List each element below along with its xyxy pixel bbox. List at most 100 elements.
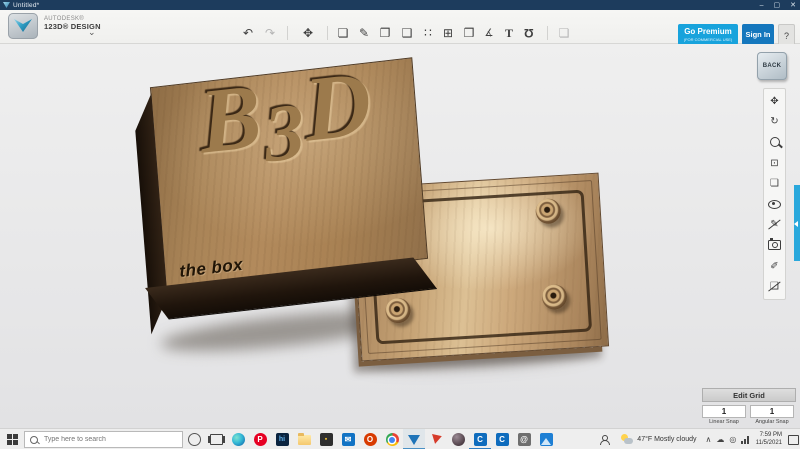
pan-icon[interactable]: ✥ — [767, 94, 782, 109]
redo-button[interactable]: ↷ — [260, 23, 280, 43]
c-app-icon: C — [473, 433, 487, 446]
material-tool-icon[interactable]: ❏ — [554, 23, 574, 43]
windows-logo-icon — [6, 434, 18, 445]
photos-icon — [539, 433, 553, 446]
app-window: Untitled* – ▢ ✕ AUTODESK® 123D® DESIGN ⌄… — [0, 0, 800, 449]
search-icon — [30, 435, 38, 444]
measure-tool-icon[interactable]: ∡ — [479, 23, 499, 43]
search-input[interactable] — [42, 435, 166, 444]
screenshot-camera-icon[interactable] — [767, 238, 782, 253]
edit-grid-button[interactable]: Edit Grid — [702, 388, 796, 402]
task-view-button[interactable] — [205, 429, 227, 449]
sphere-app-icon — [451, 433, 465, 446]
pinterest-icon: P — [253, 433, 267, 446]
hide-solids-icon[interactable]: ❏ — [767, 279, 782, 294]
taskbar-app-c2[interactable]: C — [491, 429, 513, 449]
hide-sketches-icon[interactable]: ✎ — [767, 217, 782, 232]
linear-snap-label: Linear Snap — [709, 419, 739, 425]
cortana-icon — [187, 433, 201, 446]
minimize-button[interactable]: – — [760, 2, 764, 9]
clock-time: 7:59 PM — [759, 431, 782, 438]
weather-widget[interactable]: 47°F Mostly cloudy — [615, 429, 702, 449]
taskbar-app-123d-design[interactable] — [403, 429, 425, 449]
taskbar-app-at[interactable]: @ — [513, 429, 535, 449]
taskbar-app-photos[interactable] — [535, 429, 557, 449]
chrome-icon — [385, 433, 399, 446]
sketch-tool-icon[interactable]: ✎ — [354, 23, 374, 43]
toolbar-divider — [287, 26, 288, 40]
briefcase-icon: ▪ — [319, 433, 333, 446]
sign-in-button[interactable]: Sign In — [742, 24, 774, 45]
collapsed-panel-tab[interactable] — [794, 185, 800, 261]
weather-text: 47°F Mostly cloudy — [637, 436, 697, 443]
transform-tool-icon[interactable]: ✥ — [298, 23, 318, 43]
material-icon[interactable]: ❏ — [767, 176, 782, 191]
modify-tool-icon[interactable]: ❑ — [397, 23, 417, 43]
123d-v-icon — [14, 19, 32, 32]
combine-tool-icon[interactable]: ❒ — [459, 23, 479, 43]
viewport-canvas[interactable]: BACK ✥ ↻ ⊡ ❏ ✎ ✐ ❏ B3D the box Edit Grid… — [0, 44, 800, 428]
construct-tool-icon[interactable]: ❐ — [375, 23, 395, 43]
app-logo-icon — [3, 2, 10, 8]
angular-snap-input[interactable] — [750, 405, 794, 418]
red-arrow-app-icon — [430, 434, 442, 445]
toolbar-divider — [327, 26, 328, 40]
go-premium-button[interactable]: Go Premium (FOR COMMERCIAL USE) — [678, 24, 738, 45]
people-button[interactable] — [593, 429, 615, 449]
mail-icon: ✉ — [341, 433, 355, 446]
clock-date: 11/5/2021 — [755, 439, 782, 446]
taskbar-app-edge[interactable] — [227, 429, 249, 449]
system-tray: ∧ ☁ ◎ — [703, 435, 752, 444]
hidden-icons-chevron[interactable]: ∧ — [706, 435, 712, 444]
taskbar-app-navy[interactable]: hi — [271, 429, 293, 449]
text-tool-icon[interactable]: T — [499, 23, 519, 43]
app-menu-chevron-icon[interactable]: ⌄ — [88, 27, 96, 38]
close-button[interactable]: ✕ — [790, 1, 796, 9]
task-view-icon — [209, 434, 223, 445]
taskbar-app-office[interactable]: O — [359, 429, 381, 449]
action-center-button[interactable] — [786, 429, 800, 449]
grouping-tool-icon[interactable]: ⊞ — [438, 23, 458, 43]
network-icon[interactable] — [741, 435, 749, 444]
window-title: Untitled* — [13, 1, 40, 9]
taskbar-app-briefcase[interactable]: ▪ — [315, 429, 337, 449]
autodesk-123d-logo[interactable] — [8, 13, 38, 39]
taskbar-app-red-arrow[interactable] — [425, 429, 447, 449]
taskbar-app-c1[interactable]: C — [469, 429, 491, 449]
undo-button[interactable]: ↶ — [238, 23, 258, 43]
taskbar-clock[interactable]: 7:59 PM 11/5/2021 — [752, 432, 786, 448]
taskbar-app-file-explorer[interactable] — [293, 429, 315, 449]
taskbar-app-mail[interactable]: ✉ — [337, 429, 359, 449]
taskbar-app-pinterest[interactable]: P — [249, 429, 271, 449]
office-icon: O — [363, 433, 377, 446]
fit-view-icon[interactable]: ⊡ — [767, 156, 782, 171]
snap-tool-icon[interactable]: Ω — [519, 23, 539, 43]
pattern-tool-icon[interactable]: ∷ — [418, 23, 438, 43]
taskbar-app-sphere[interactable] — [447, 429, 469, 449]
linear-snap-input[interactable] — [702, 405, 746, 418]
show-sketches-icon[interactable]: ✐ — [767, 259, 782, 274]
cortana-button[interactable] — [183, 429, 205, 449]
app-header: AUTODESK® 123D® DESIGN ⌄ ↶ ↷ ✥ ❏ ✎ ❐ ❑ ∷… — [0, 10, 800, 47]
123d-design-icon — [408, 434, 420, 445]
go-premium-subtext: (FOR COMMERCIAL USE) — [683, 37, 733, 42]
taskbar-search[interactable] — [24, 431, 183, 448]
start-button[interactable] — [0, 429, 24, 449]
primitives-tool-icon[interactable]: ❏ — [333, 23, 353, 43]
onedrive-cloud-icon[interactable]: ☁ — [716, 435, 724, 444]
navy-app-icon: hi — [275, 433, 289, 446]
tray-circle-icon[interactable]: ◎ — [729, 435, 736, 444]
title-bar: Untitled* – ▢ ✕ — [0, 0, 800, 10]
box-lid-model[interactable]: B3D the box — [135, 51, 438, 335]
view-cube[interactable]: BACK — [757, 52, 787, 80]
visibility-eye-icon[interactable] — [767, 197, 782, 212]
taskbar-app-chrome[interactable] — [381, 429, 403, 449]
angular-snap-label: Angular Snap — [755, 419, 789, 425]
weather-icon — [621, 434, 634, 445]
zoom-icon[interactable] — [767, 135, 782, 150]
people-icon — [599, 434, 610, 445]
orbit-icon[interactable]: ↻ — [767, 114, 782, 129]
windows-taskbar: P hi ▪ ✉ O C C @ 47°F Mostly cloudy ∧ ☁ … — [0, 428, 800, 449]
view-cube-face-label: BACK — [762, 63, 782, 69]
maximize-button[interactable]: ▢ — [774, 1, 781, 9]
